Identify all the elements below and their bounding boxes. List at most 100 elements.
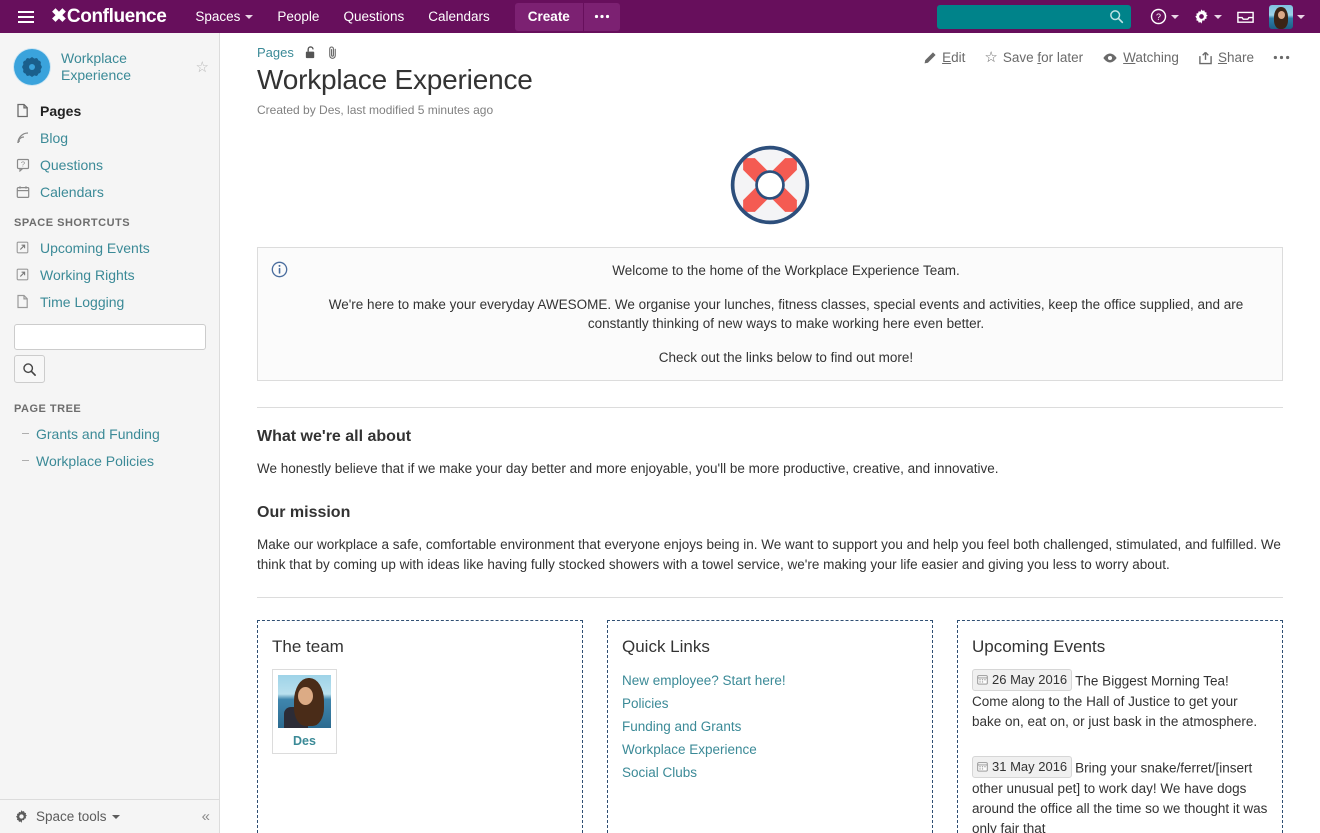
- space-name-link[interactable]: Workplace Experience: [61, 50, 192, 85]
- quick-link-social-clubs[interactable]: Social Clubs: [622, 761, 918, 784]
- sidebar-item-blog-label: Blog: [40, 130, 68, 146]
- user-photo: [278, 675, 331, 728]
- nav-calendars[interactable]: Calendars: [417, 3, 501, 30]
- sidebar-search-input[interactable]: [15, 325, 205, 349]
- user-photo-face: [298, 687, 313, 705]
- page-content-area: Edit ☆ Save for later Watching Share: [220, 33, 1320, 833]
- quick-links-panel-heading: Quick Links: [622, 637, 918, 657]
- sidebar-item-questions[interactable]: ? Questions: [0, 151, 219, 178]
- team-panel-heading: The team: [272, 637, 568, 657]
- gear-icon: [14, 809, 29, 824]
- notifications-button[interactable]: [1229, 4, 1262, 29]
- quick-link-workplace-experience[interactable]: Workplace Experience: [622, 738, 918, 761]
- team-panel: The team Des: [257, 620, 583, 833]
- ellipsis-icon: [1273, 55, 1290, 60]
- space-gear-inner: [29, 64, 35, 70]
- avatar: [1269, 5, 1293, 29]
- sidebar-shortcut-working-rights[interactable]: Working Rights: [0, 261, 219, 288]
- ellipsis-icon: [594, 14, 610, 19]
- user-menu-button[interactable]: [1262, 1, 1312, 33]
- hero-image-wrapper: [257, 143, 1283, 227]
- gear-icon: [1193, 8, 1210, 25]
- chevron-down-icon: [1214, 15, 1222, 19]
- more-actions-button[interactable]: [1265, 51, 1298, 64]
- team-member-card[interactable]: Des: [272, 669, 337, 754]
- nav-questions-label: Questions: [343, 9, 404, 24]
- sidebar-item-calendars[interactable]: Calendars: [0, 178, 219, 205]
- pages-icon: [14, 103, 31, 119]
- watching-button[interactable]: Watching: [1094, 46, 1187, 69]
- section-text-what-we-are-all-about: We honestly believe that if we make your…: [257, 459, 1283, 479]
- nav-people-label: People: [277, 9, 319, 24]
- paperclip-icon[interactable]: [327, 45, 338, 60]
- page-action-toolbar: Edit ☆ Save for later Watching Share: [915, 46, 1298, 69]
- edit-button[interactable]: Edit: [915, 46, 973, 69]
- nav-people[interactable]: People: [266, 3, 330, 30]
- eye-icon: [1102, 52, 1118, 64]
- calendar-icon: [977, 674, 988, 685]
- search-icon: [22, 362, 37, 377]
- team-member-name[interactable]: Des: [278, 734, 331, 748]
- star-outline-icon: ☆: [984, 50, 997, 65]
- save-for-later-label: Save for later: [1003, 50, 1083, 65]
- external-link-icon: [14, 267, 31, 283]
- event-date-label: 31 May 2016: [992, 757, 1067, 777]
- page-tree-item-grants-and-funding-label: Grants and Funding: [36, 426, 160, 442]
- section-heading-what-we-are-all-about: What we're all about: [257, 428, 1283, 446]
- nav-questions[interactable]: Questions: [332, 3, 415, 30]
- tree-bullet-icon: [22, 433, 29, 435]
- sidebar-shortcut-upcoming-events[interactable]: Upcoming Events: [0, 234, 219, 261]
- quick-link-policies[interactable]: Policies: [622, 692, 918, 715]
- watching-button-label: Watching: [1123, 50, 1179, 65]
- calendar-icon: [14, 184, 31, 200]
- save-for-later-button[interactable]: ☆ Save for later: [976, 46, 1091, 69]
- info-paragraph-2: We're here to make your everyday AWESOME…: [306, 295, 1266, 334]
- event-item: 31 May 2016 Bring your snake/ferret/[ins…: [972, 756, 1268, 833]
- chevron-down-icon: [1171, 15, 1179, 19]
- sidebar-shortcut-time-logging[interactable]: Time Logging: [0, 288, 219, 315]
- brand-label: Confluence: [67, 6, 166, 28]
- create-button[interactable]: Create: [515, 3, 583, 31]
- collapse-sidebar-button[interactable]: «: [202, 808, 210, 825]
- sidebar-item-pages[interactable]: Pages: [0, 97, 219, 124]
- create-more-button[interactable]: [584, 3, 620, 31]
- nav-spaces-label: Spaces: [195, 9, 240, 24]
- quick-link-new-employee[interactable]: New employee? Start here!: [622, 669, 918, 692]
- info-circle-icon: [271, 261, 288, 278]
- svg-text:?: ?: [1156, 12, 1161, 22]
- star-outline-icon[interactable]: ☆: [196, 58, 209, 76]
- space-tools-label[interactable]: Space tools: [36, 809, 107, 824]
- page-tree-item-workplace-policies[interactable]: Workplace Policies: [0, 447, 219, 474]
- event-date-label: 26 May 2016: [992, 670, 1067, 690]
- quick-links-panel: Quick Links New employee? Start here! Po…: [607, 620, 933, 833]
- pencil-icon: [923, 51, 937, 65]
- nav-spaces[interactable]: Spaces: [184, 3, 264, 30]
- space-shortcuts-heading: SPACE SHORTCUTS: [0, 205, 219, 234]
- confluence-logo[interactable]: ✖ Confluence: [51, 6, 166, 28]
- page-tree-item-grants-and-funding[interactable]: Grants and Funding: [0, 420, 219, 447]
- upcoming-events-panel: Upcoming Events 26 May 2016: [957, 620, 1283, 833]
- life-ring-icon: [728, 143, 812, 227]
- sidebar-item-calendars-label: Calendars: [40, 184, 104, 200]
- event-date-badge[interactable]: 31 May 2016: [972, 756, 1072, 778]
- settings-button[interactable]: [1186, 4, 1229, 29]
- blog-rss-icon: [14, 130, 31, 146]
- section-divider: [257, 407, 1283, 408]
- breadcrumb-item-pages[interactable]: Pages: [257, 45, 294, 60]
- sidebar-search-field[interactable]: [14, 324, 206, 350]
- sidebar-search-button[interactable]: [14, 355, 45, 383]
- inbox-icon: [1236, 8, 1255, 25]
- unlocked-padlock-icon[interactable]: [304, 45, 317, 60]
- create-button-group: Create: [515, 3, 620, 31]
- sidebar-item-blog[interactable]: Blog: [0, 124, 219, 151]
- sidebar-item-pages-label: Pages: [40, 103, 81, 119]
- search-input[interactable]: [937, 5, 1131, 29]
- quick-link-funding-and-grants[interactable]: Funding and Grants: [622, 715, 918, 738]
- share-button[interactable]: Share: [1190, 46, 1262, 69]
- page-byline: Created by Des, last modified 5 minutes …: [257, 103, 1320, 117]
- space-gear-icon[interactable]: [14, 49, 50, 85]
- hamburger-menu-icon[interactable]: [8, 0, 44, 33]
- help-button[interactable]: ?: [1143, 4, 1186, 29]
- event-date-badge[interactable]: 26 May 2016: [972, 669, 1072, 691]
- global-search: [937, 5, 1131, 29]
